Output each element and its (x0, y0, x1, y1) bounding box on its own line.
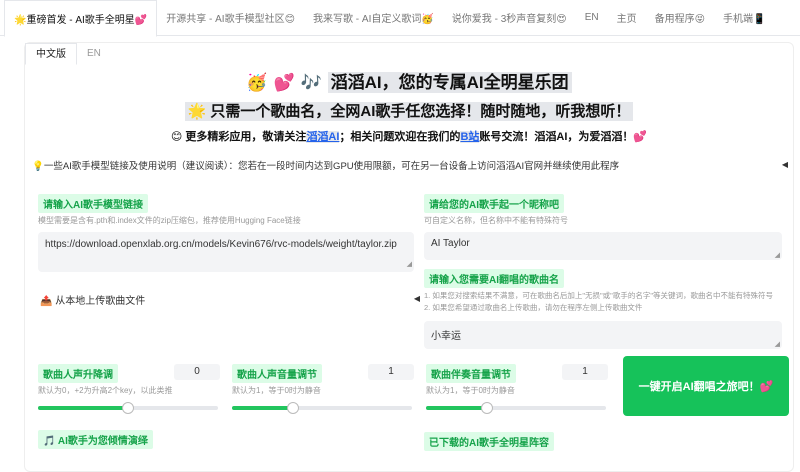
vocal-volume-slider-fill (232, 406, 294, 410)
page-title: 🥳 💕 🎶 滔滔AI，您的专属AI全明星乐团 (24, 68, 794, 93)
page-subtitle: 🌟 只需一个歌曲名，全网AI歌手任您选择！随时随地，听我想听！ (24, 100, 794, 121)
vocal-volume-slider[interactable] (232, 402, 412, 414)
tab-mobile[interactable]: 手机端📱 (714, 0, 774, 36)
vocal-volume-label: 歌曲人声音量调节 (232, 364, 322, 383)
language-tabs: 中文版 EN (25, 43, 111, 65)
tab-en[interactable]: EN (576, 0, 608, 36)
song-name-label: 请输入您需要AI翻唱的歌曲名 (424, 269, 564, 288)
pitch-slider-group: 歌曲人声升降调 0 默认为0，+2为升高2个key，以此类推 (38, 364, 220, 414)
follow-note: 😊 更多精彩应用，敬请关注滔滔AI；相关问题欢迎在我们的B站账号交流！滔滔AI，… (24, 128, 794, 144)
model-link-value: https://download.openxlab.org.cn/models/… (45, 239, 397, 250)
tab-home[interactable]: 主页 (608, 0, 646, 36)
nickname-value: AI Taylor (431, 238, 470, 249)
model-link-input[interactable]: https://download.openxlab.org.cn/models/… (38, 232, 414, 272)
tab-model-community[interactable]: 开源共享 - AI歌手模型社区😊 (157, 0, 304, 36)
top-tab-bar: 🌟重磅首发 - AI歌手全明星💕 开源共享 - AI歌手模型社区😊 我来写歌 -… (0, 0, 800, 37)
vocal-volume-slider-group: 歌曲人声音量调节 1 默认为1，等于0时为静音 (232, 364, 414, 414)
downloaded-singers-group: 已下载的AI歌手全明星阵容 (424, 432, 554, 451)
tab-chinese[interactable]: 中文版 (25, 43, 77, 65)
pitch-slider-thumb[interactable] (122, 402, 134, 414)
song-name-value: 小幸运 (431, 331, 461, 342)
resize-handle-icon[interactable]: ◢ (775, 251, 780, 259)
tab-all-stars[interactable]: 🌟重磅首发 - AI歌手全明星💕 (4, 0, 158, 37)
nickname-input[interactable]: AI Taylor ◢ (424, 232, 782, 260)
song-name-hint-2: 2. 如果您希望通过歌曲名上传歌曲，请勿在程序左侧上传歌曲文件 (424, 303, 643, 312)
output-audio-label: 🎵 AI歌手为您倾情演绎 (38, 430, 153, 449)
song-name-input[interactable]: 小幸运 ◢ (424, 321, 782, 349)
downloaded-singers-label: 已下载的AI歌手全明星阵容 (424, 432, 554, 451)
nickname-label: 请给您的AI歌手起一个昵称吧 (424, 194, 564, 213)
link-taotao-ai[interactable]: 滔滔AI (306, 131, 340, 143)
start-cover-button[interactable]: 一键开启AI翻唱之旅吧！💕 (623, 356, 789, 416)
instrumental-volume-slider[interactable] (426, 402, 606, 414)
instrumental-volume-label: 歌曲伴奏音量调节 (426, 364, 516, 383)
output-audio-group: 🎵 AI歌手为您倾情演绎 (38, 430, 153, 449)
note-part-c: 账号交流！滔滔AI，为爱滔滔！💕 (479, 131, 648, 143)
accordion-text: 💡一些AI歌手模型链接及使用说明（建议阅读）：您若在一段时间内达到GPU使用限额… (32, 161, 620, 172)
accordion-caret-icon[interactable]: ◀ (782, 160, 788, 169)
instructions-accordion[interactable]: 💡一些AI歌手模型链接及使用说明（建议阅读）：您若在一段时间内达到GPU使用限额… (32, 156, 788, 174)
instrumental-volume-hint: 默认为1，等于0时为静音 (426, 386, 515, 395)
tab-custom-lyrics[interactable]: 我来写歌 - AI自定义歌词🥳 (304, 0, 443, 36)
song-name-group: 请输入您需要AI翻唱的歌曲名 1. 如果您对搜索结果不满意，可在歌曲名后加上"无… (424, 269, 782, 349)
resize-handle-icon[interactable]: ◢ (407, 258, 412, 271)
title-emoji: 🥳 💕 🎶 (246, 73, 328, 93)
tab-voice-clone[interactable]: 说你爱我 - 3秒声音复刻😍 (443, 0, 576, 36)
instrumental-volume-slider-fill (426, 406, 488, 410)
model-link-group: 请输入AI歌手模型链接 模型需要是含有.pth和.index文件的zip压缩包，… (38, 194, 414, 272)
link-bilibili[interactable]: B站 (460, 131, 480, 143)
title-text: 滔滔AI，您的专属AI全明星乐团 (327, 72, 572, 93)
resize-handle-icon[interactable]: ◢ (775, 340, 780, 348)
pitch-label: 歌曲人声升降调 (38, 364, 118, 383)
song-name-hint-1: 1. 如果您对搜索结果不满意，可在歌曲名后加上"无损"或"歌手的名字"等关键词，… (424, 291, 773, 300)
model-link-hint: 模型需要是含有.pth和.index文件的zip压缩包，推荐使用Hugging … (38, 216, 301, 225)
upload-label: 📤 从本地上传歌曲文件 (40, 296, 146, 307)
vocal-volume-number-input[interactable]: 1 (368, 364, 414, 380)
note-part-a: 😊 更多精彩应用，敬请关注 (170, 131, 307, 143)
instrumental-volume-number-input[interactable]: 1 (562, 364, 608, 380)
nickname-group: 请给您的AI歌手起一个昵称吧 可自定义名称，但名称中不能有特殊符号 AI Tay… (424, 194, 782, 260)
pitch-slider-fill (38, 406, 128, 410)
upload-accordion[interactable]: 📤 从本地上传歌曲文件 ◀ (40, 292, 420, 308)
instrumental-volume-slider-group: 歌曲伴奏音量调节 1 默认为1，等于0时为静音 (426, 364, 608, 414)
model-link-label: 请输入AI歌手模型链接 (38, 194, 148, 213)
vocal-volume-hint: 默认为1，等于0时为静音 (232, 386, 321, 395)
nickname-hint: 可自定义名称，但名称中不能有特殊符号 (424, 216, 568, 225)
pitch-slider[interactable] (38, 402, 218, 414)
pitch-number-input[interactable]: 0 (174, 364, 220, 380)
subtitle-text: 🌟 只需一个歌曲名，全网AI歌手任您选择！随时随地，听我想听！ (184, 102, 634, 121)
note-part-b: ；相关问题欢迎在我们的 (339, 131, 461, 143)
upload-caret-icon[interactable]: ◀ (414, 294, 420, 303)
tab-english[interactable]: EN (77, 43, 111, 65)
tab-backup[interactable]: 备用程序😝 (646, 0, 714, 36)
pitch-hint: 默认为0，+2为升高2个key，以此类推 (38, 386, 173, 395)
